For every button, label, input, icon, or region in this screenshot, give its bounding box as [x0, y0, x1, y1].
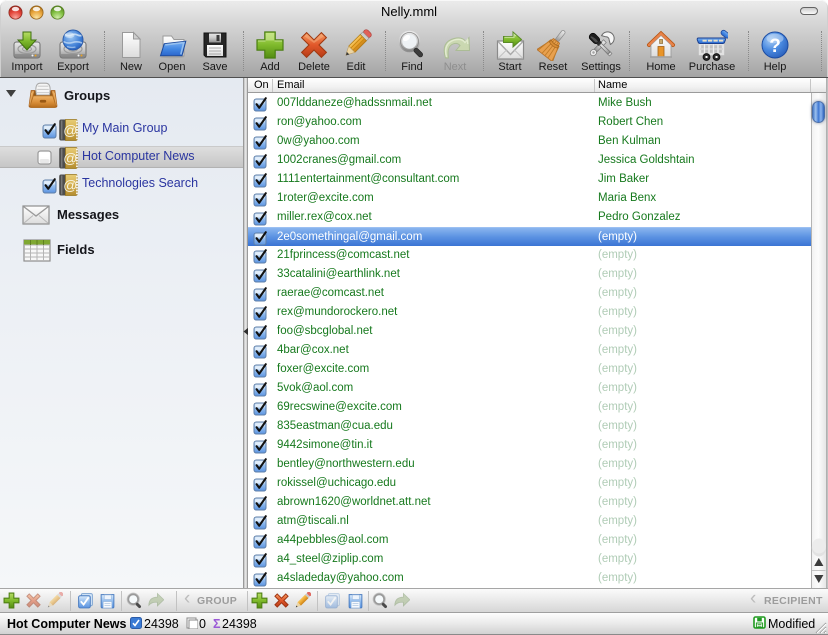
svg-text:?: ? — [769, 36, 781, 57]
svg-text:@: @ — [63, 121, 77, 137]
svg-text:@: @ — [63, 176, 77, 192]
svg-text:@: @ — [63, 149, 77, 165]
